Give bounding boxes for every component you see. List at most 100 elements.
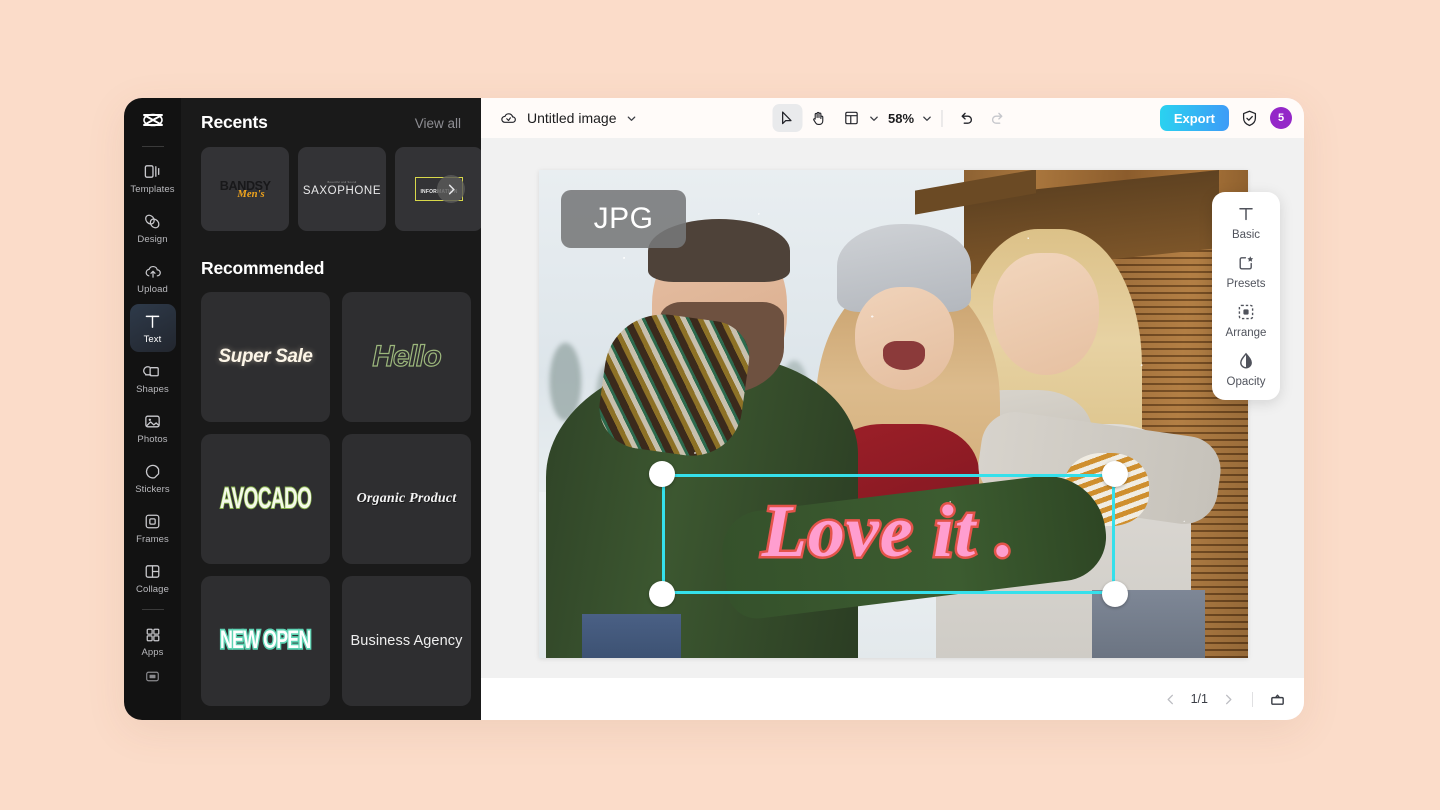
sidebar-item-shapes[interactable]: Shapes bbox=[130, 354, 176, 402]
export-button[interactable]: Export bbox=[1159, 105, 1229, 131]
template-card-new-open[interactable]: NEW OPEN bbox=[201, 576, 330, 706]
template-label: Business Agency bbox=[350, 633, 463, 649]
template-card-avocado[interactable]: AVOCADO bbox=[201, 434, 330, 564]
undo-arrow-icon bbox=[958, 110, 975, 127]
sidebar-item-frames[interactable]: Frames bbox=[130, 504, 176, 552]
recents-title: Recents bbox=[201, 112, 268, 132]
chevron-left-icon bbox=[1164, 693, 1177, 706]
sidebar-label-stickers: Stickers bbox=[135, 483, 170, 495]
app-window: Templates Design Upload Text Shapes Phot… bbox=[124, 98, 1304, 720]
cursor-arrow-icon bbox=[778, 110, 795, 127]
prev-page-button[interactable] bbox=[1159, 687, 1183, 711]
photos-image-icon bbox=[143, 412, 163, 432]
frames-icon bbox=[143, 512, 163, 532]
zoom-control[interactable]: 58% bbox=[881, 111, 932, 126]
avatar[interactable]: 5 bbox=[1270, 107, 1292, 129]
panel-item-label: Basic bbox=[1231, 229, 1261, 241]
topbar-right-group: Export 5 bbox=[1159, 105, 1292, 131]
sidebar-item-templates[interactable]: Templates bbox=[130, 154, 176, 202]
text-t-icon bbox=[1235, 203, 1257, 225]
next-page-button[interactable] bbox=[1216, 687, 1240, 711]
template-card-super-sale[interactable]: Super Sale bbox=[201, 292, 330, 422]
panel-item-arrange[interactable]: Arrange bbox=[1212, 301, 1280, 339]
document-title-group[interactable]: Untitled image bbox=[499, 109, 637, 128]
layout-panel-icon bbox=[843, 110, 859, 126]
page-indicator: 1/1 bbox=[1190, 692, 1208, 706]
sidebar-label-design: Design bbox=[137, 233, 168, 245]
chevron-down-icon[interactable] bbox=[868, 113, 879, 124]
sidebar-item-stickers[interactable]: Stickers bbox=[130, 454, 176, 502]
shield-check-icon[interactable] bbox=[1240, 109, 1259, 128]
panel-item-basic[interactable]: Basic bbox=[1212, 203, 1280, 241]
stickers-icon bbox=[143, 462, 163, 482]
redo-button[interactable] bbox=[983, 104, 1013, 132]
text-layer-love-it[interactable]: Love it . bbox=[662, 474, 1115, 594]
sidebar-label-shapes: Shapes bbox=[136, 383, 169, 395]
apps-grid-icon bbox=[143, 625, 163, 645]
view-all-link[interactable]: View all bbox=[415, 116, 461, 131]
document-title: Untitled image bbox=[527, 110, 617, 126]
recent-thumb-line2: Men's bbox=[237, 188, 265, 200]
presets-star-square-icon bbox=[1235, 252, 1257, 274]
canvas-tools-group: 58% bbox=[771, 104, 1013, 132]
arrange-dashed-box-icon bbox=[1235, 301, 1257, 323]
chevron-right-icon bbox=[1222, 693, 1235, 706]
layout-tool-button[interactable] bbox=[836, 104, 866, 132]
recent-thumb-line1: Beautiful and Sound bbox=[327, 181, 357, 184]
sidebar-item-collage[interactable]: Collage bbox=[130, 554, 176, 602]
fit-screen-button[interactable] bbox=[1265, 687, 1289, 711]
template-label: AVOCADO bbox=[219, 481, 312, 517]
sidebar-item-photos[interactable]: Photos bbox=[130, 404, 176, 452]
panel-item-label: Arrange bbox=[1225, 327, 1267, 339]
template-card-organic-product[interactable]: Organic Product bbox=[342, 434, 471, 564]
rail-divider bbox=[141, 146, 164, 147]
chevron-down-icon[interactable] bbox=[921, 113, 932, 124]
resize-handle-bottom-right[interactable] bbox=[1102, 581, 1128, 607]
undo-button[interactable] bbox=[951, 104, 981, 132]
zoom-level: 58% bbox=[887, 110, 915, 126]
sidebar-label-upload: Upload bbox=[137, 283, 168, 295]
bottombar-divider bbox=[1252, 691, 1253, 707]
recent-thumbnail-bandsy[interactable]: BANDSY Men's bbox=[201, 147, 289, 231]
opacity-droplet-icon bbox=[1235, 350, 1257, 372]
hand-tool-button[interactable] bbox=[804, 104, 834, 132]
layout-tool-group[interactable] bbox=[836, 104, 879, 132]
resize-handle-top-left[interactable] bbox=[649, 461, 675, 487]
recents-next-button[interactable] bbox=[437, 175, 465, 203]
rail-divider-2 bbox=[141, 609, 164, 610]
recommended-title: Recommended bbox=[201, 258, 325, 278]
recent-thumb-line2: SAXOPHONE bbox=[302, 185, 382, 197]
fit-screen-icon bbox=[1269, 691, 1286, 708]
recent-thumbnail-saxophone[interactable]: Beautiful and Sound SAXOPHONE bbox=[298, 147, 386, 231]
template-label: NEW OPEN bbox=[219, 625, 313, 656]
recents-header: Recents View all bbox=[201, 112, 481, 133]
sidebar-item-keyboard[interactable] bbox=[130, 652, 176, 700]
text-t-icon bbox=[143, 312, 163, 332]
resize-handle-top-right[interactable] bbox=[1102, 461, 1128, 487]
select-tool-button[interactable] bbox=[771, 104, 802, 132]
chevron-down-icon[interactable] bbox=[626, 113, 637, 124]
keyboard-icon bbox=[144, 667, 162, 685]
sidebar-item-design[interactable]: Design bbox=[130, 204, 176, 252]
sidebar-icon-rail: Templates Design Upload Text Shapes Phot… bbox=[124, 98, 181, 720]
templates-icon bbox=[143, 162, 163, 182]
panel-item-opacity[interactable]: Opacity bbox=[1212, 350, 1280, 388]
sidebar-label-photos: Photos bbox=[137, 433, 168, 445]
sidebar-item-text[interactable]: Text bbox=[129, 304, 176, 352]
artboard[interactable]: JPG Love it . bbox=[539, 170, 1248, 658]
sidebar-item-upload[interactable]: Upload bbox=[130, 254, 176, 302]
template-card-hello[interactable]: Hello bbox=[342, 292, 471, 422]
resize-handle-bottom-left[interactable] bbox=[649, 581, 675, 607]
canvas-workspace[interactable]: JPG Love it . Basic Presets Arrange Opac… bbox=[481, 138, 1304, 678]
sidebar-label-frames: Frames bbox=[136, 533, 169, 545]
panel-item-label: Opacity bbox=[1226, 376, 1266, 388]
hand-icon bbox=[810, 110, 827, 127]
editor-area: Untitled image 58% Export 5 JPG Love it … bbox=[481, 98, 1304, 720]
capcut-logo-icon[interactable] bbox=[138, 107, 168, 137]
text-assets-panel: Recents View all BANDSY Men's Beautiful … bbox=[181, 98, 481, 720]
sidebar-label-text: Text bbox=[143, 333, 162, 345]
panel-item-presets[interactable]: Presets bbox=[1212, 252, 1280, 290]
sidebar-label-templates: Templates bbox=[130, 183, 175, 195]
chevron-right-icon bbox=[445, 183, 458, 196]
template-card-business-agency[interactable]: Business Agency bbox=[342, 576, 471, 706]
